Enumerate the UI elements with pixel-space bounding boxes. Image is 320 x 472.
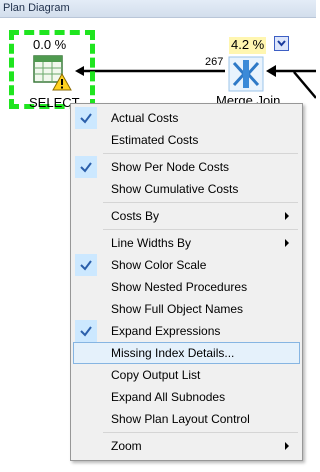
- menu-item-label: Copy Output List: [111, 368, 201, 382]
- menu-item-line-widths-by[interactable]: Line Widths By: [73, 232, 300, 254]
- menu-separator: [103, 153, 298, 154]
- menu-item-label: Line Widths By: [111, 236, 192, 250]
- menu-item-label: Show Plan Layout Control: [111, 412, 250, 426]
- menu-separator: [103, 432, 298, 433]
- menu-item-label: Missing Index Details...: [111, 346, 235, 360]
- edge-row-count: 267: [205, 56, 224, 68]
- menu-item-label: Costs By: [111, 209, 160, 223]
- checkmark-box: [75, 107, 97, 129]
- menu-item-zoom[interactable]: Zoom: [73, 435, 300, 457]
- menu-separator: [103, 202, 298, 203]
- checkmark-icon: [80, 260, 92, 271]
- menu-separator: [103, 229, 298, 230]
- menu-item-copy-output-list[interactable]: Copy Output List: [73, 364, 300, 386]
- checkmark-icon: [80, 113, 92, 124]
- menu-item-label: Estimated Costs: [111, 133, 199, 147]
- menu-item-show-full-object-names[interactable]: Show Full Object Names: [73, 298, 300, 320]
- submenu-arrow-icon: [285, 239, 289, 247]
- menu-item-costs-by[interactable]: Costs By: [73, 205, 300, 227]
- menu-item-actual-costs[interactable]: Actual Costs: [73, 107, 300, 129]
- menu-item-label: Zoom: [111, 439, 142, 453]
- checkmark-icon: [80, 162, 92, 173]
- warning-icon: [52, 73, 72, 91]
- checkmark-box: [75, 156, 97, 178]
- menu-item-show-per-node-costs[interactable]: Show Per Node Costs: [73, 156, 300, 178]
- menu-item-label: Show Nested Procedures: [111, 280, 248, 294]
- menu-item-label: Expand Expressions: [111, 324, 221, 338]
- menu-item-label: Actual Costs: [111, 111, 179, 125]
- menu-item-estimated-costs[interactable]: Estimated Costs: [73, 129, 300, 151]
- connector-arrowhead-merge: [266, 65, 276, 77]
- menu-item-label: Show Full Object Names: [111, 302, 244, 316]
- menu-item-missing-index-details[interactable]: Missing Index Details...: [73, 342, 300, 364]
- chevron-down-icon: [277, 40, 286, 47]
- menu-item-label: Expand All Subnodes: [111, 390, 226, 404]
- menu-item-expand-all-subnodes[interactable]: Expand All Subnodes: [73, 386, 300, 408]
- submenu-arrow-icon: [285, 212, 289, 220]
- context-menu: Actual Costs Estimated Costs Show Per No…: [70, 103, 303, 461]
- checkmark-box: [75, 320, 97, 342]
- menu-item-show-cumulative-costs[interactable]: Show Cumulative Costs: [73, 178, 300, 200]
- connector-line-branch: [293, 71, 316, 99]
- merge-join-icon[interactable]: [227, 55, 265, 93]
- checkmark-icon: [80, 326, 92, 337]
- select-node-cost: 0.0 %: [33, 37, 67, 52]
- menu-item-show-nested-procedures[interactable]: Show Nested Procedures: [73, 276, 300, 298]
- menu-item-label: Show Color Scale: [111, 258, 207, 272]
- menu-item-label: Show Cumulative Costs: [111, 182, 239, 196]
- merge-join-cost: 4.2 %: [229, 37, 267, 54]
- menu-item-show-plan-layout-control[interactable]: Show Plan Layout Control: [73, 408, 300, 430]
- menu-item-label: Show Per Node Costs: [111, 160, 230, 174]
- menu-item-show-color-scale[interactable]: Show Color Scale: [73, 254, 300, 276]
- submenu-arrow-icon: [285, 442, 289, 450]
- node-dropdown-button[interactable]: [274, 36, 289, 51]
- checkmark-box: [75, 254, 97, 276]
- menu-item-expand-expressions[interactable]: Expand Expressions: [73, 320, 300, 342]
